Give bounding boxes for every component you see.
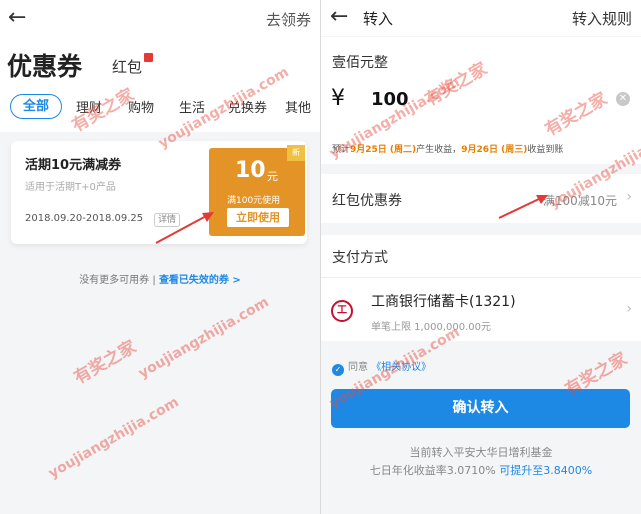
coupon-unit: 元 <box>267 170 278 183</box>
expired-coupons-link[interactable]: 查看已失效的券 > <box>159 275 241 286</box>
earnings-start-date: 9月25日 (周二) <box>350 145 417 155</box>
right-header: ← 转入 转入规则 <box>321 0 641 36</box>
back-arrow-icon[interactable]: ← <box>330 4 348 29</box>
coupon-row-value: 满100减10元 <box>542 194 617 208</box>
watermark-url: youjiangzhijia.com <box>135 294 272 382</box>
coupon-title: 活期10元满减券 <box>25 158 122 173</box>
tab-other[interactable]: 其他 <box>285 97 311 116</box>
amount-input[interactable]: 100 <box>371 89 409 110</box>
agree-text: 同意 <box>348 362 368 373</box>
coupon-date-range: 2018.09.20-2018.09.25 <box>25 213 144 224</box>
payment-separator <box>321 277 641 278</box>
coupon-amount: 10 <box>235 158 266 183</box>
agreement-link[interactable]: 《相关协议》 <box>371 362 431 373</box>
boost-yield-link[interactable]: 可提升至3.8400% <box>499 464 592 477</box>
chevron-right-icon: › <box>626 189 632 205</box>
new-badge: 新 <box>287 145 305 161</box>
coupon-value-block: 新 10 元 满100元使用 立即使用 <box>209 145 305 236</box>
tab-exchange[interactable]: 兑换券 <box>228 97 267 116</box>
page-title: 转入 <box>363 10 394 28</box>
tab-shopping[interactable]: 购物 <box>128 97 154 116</box>
currency-symbol: ¥ <box>331 86 345 111</box>
back-arrow-icon[interactable]: ← <box>8 7 26 29</box>
clear-icon[interactable]: ✕ <box>616 92 630 106</box>
yield-info: 七日年化收益率3.0710% 可提升至3.8400% <box>321 462 641 478</box>
tab-finance[interactable]: 理财 <box>76 97 102 116</box>
earnings-arrival-date: 9月26日 (周三) <box>461 145 528 155</box>
coupon-list-footer: 没有更多可用券 | 查看已失效的券 > <box>0 271 320 286</box>
current-yield-text: 七日年化收益率3.0710% <box>369 464 496 477</box>
earnings-note: 预计9月25日 (周二)产生收益，9月26日 (周三)收益到账 <box>332 142 563 155</box>
fund-info-text: 当前转入平安大华日增利基金 <box>409 446 553 459</box>
coupon-condition: 满100元使用 <box>227 196 281 206</box>
coupon-subtitle: 适用于活期T+0产品 <box>25 182 116 193</box>
coupon-row-label: 红包优惠券 <box>332 193 402 209</box>
no-more-coupons-text: 没有更多可用券 | <box>79 275 156 286</box>
confirm-transfer-button[interactable]: 确认转入 <box>331 389 630 428</box>
earnings-note-suffix: 收益到账 <box>527 145 564 155</box>
transfer-rules-link[interactable]: 转入规则 <box>572 8 632 29</box>
get-coupon-link[interactable]: 去领券 <box>266 9 311 30</box>
hongbao-badge-icon <box>144 53 153 62</box>
coupon-select-row[interactable]: 红包优惠券 满100减10元 › <box>321 174 641 223</box>
chevron-right-icon[interactable]: › <box>626 301 632 317</box>
watermark-url: youjiangzhijia.com <box>45 394 182 482</box>
bank-card-limit: 单笔上限 1,000,000.00元 <box>371 322 491 333</box>
watermark-text: 有奖之家 <box>70 337 140 389</box>
hongbao-tab[interactable]: 红包 <box>112 56 142 77</box>
coupon-card[interactable]: 活期10元满减券 适用于活期T+0产品 2018.09.20-2018.09.2… <box>11 141 307 244</box>
left-header: ← 去领券 优惠券 红包 全部 理财 购物 生活 兑换券 其他 <box>0 0 320 132</box>
checkbox-checked-icon[interactable]: ✓ <box>332 364 344 376</box>
agreement-row[interactable]: ✓ 同意 《相关协议》 <box>332 358 431 376</box>
payment-label: 支付方式 <box>332 250 388 266</box>
transfer-in-screen: ← 转入 转入规则 壹佰元整 ¥ 100 ✕ 预计9月25日 (周二)产生收益，… <box>321 0 641 514</box>
bank-card-name[interactable]: 工商银行储蓄卡(1321) <box>371 291 516 311</box>
earnings-note-mid: 产生收益， <box>416 145 462 155</box>
page-title: 优惠券 <box>7 52 83 81</box>
coupon-detail-button[interactable]: 详情 <box>154 213 181 227</box>
amount-section: 壹佰元整 ¥ 100 ✕ 预计9月25日 (周二)产生收益，9月26日 (周三)… <box>321 37 641 164</box>
tab-all[interactable]: 全部 <box>10 94 62 119</box>
category-tabs: 全部 理财 购物 生活 兑换券 其他 <box>0 94 320 120</box>
tab-life[interactable]: 生活 <box>179 97 205 116</box>
use-now-button[interactable]: 立即使用 <box>227 208 289 227</box>
icbc-logo-icon: 工 <box>331 300 353 322</box>
earnings-note-prefix: 预计 <box>332 145 351 155</box>
coupon-list-screen: ← 去领券 优惠券 红包 全部 理财 购物 生活 兑换券 其他 活期10元满减券… <box>0 0 320 514</box>
amount-in-words: 壹佰元整 <box>332 55 388 71</box>
